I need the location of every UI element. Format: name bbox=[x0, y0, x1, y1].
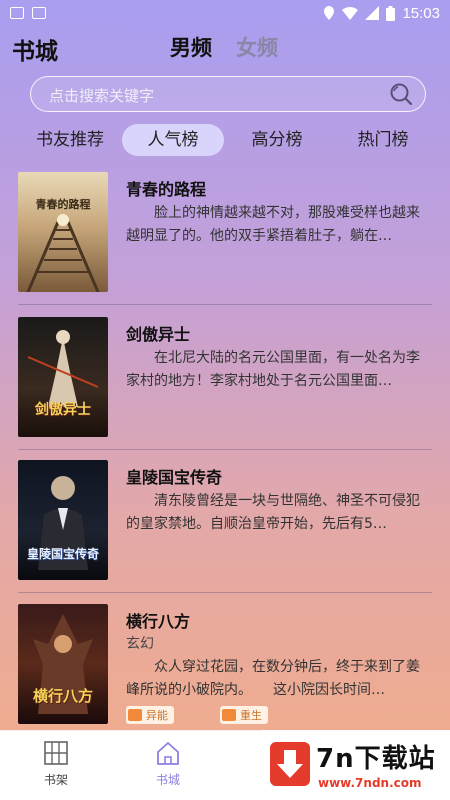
nav-label: 书架 bbox=[43, 773, 68, 787]
book-description: 在北尼大陆的名元公国里面，有一处名为李家村的地方！李家村地处于名元公国里面… bbox=[126, 350, 420, 389]
tag-label: 异能 bbox=[146, 709, 168, 722]
tag-label: 重生 bbox=[240, 709, 262, 722]
bookshelf-icon bbox=[44, 741, 68, 765]
clock: 15:03 bbox=[402, 4, 440, 22]
page-title: 书城 bbox=[12, 39, 58, 65]
header: 书城 男频 女频 bbox=[0, 28, 450, 68]
book-description: 众人穿过花园，在数分钟后，终于来到了姜峰所说的小破院内。 这小院因长时间… bbox=[126, 659, 420, 698]
wifi-icon bbox=[342, 7, 359, 20]
divider bbox=[18, 449, 432, 450]
nav-bookstore[interactable]: 书城 bbox=[138, 739, 198, 788]
search-placeholder: 点击搜索关键字 bbox=[49, 87, 155, 105]
book-icon bbox=[222, 709, 236, 721]
location-icon bbox=[324, 6, 335, 20]
tab-high-score[interactable]: 高分榜 bbox=[240, 124, 314, 156]
signal-icon bbox=[365, 6, 380, 20]
cover-title: 剑傲异士 bbox=[35, 402, 91, 418]
home-icon bbox=[157, 742, 179, 765]
rank-tabs: 书友推荐 人气榜 高分榜 热门榜 bbox=[0, 124, 450, 156]
image-notification-icon bbox=[10, 7, 24, 19]
book-genre: 玄幻 bbox=[126, 636, 154, 652]
battery-icon bbox=[386, 5, 396, 21]
book-cover[interactable]: 青春的路程 bbox=[18, 172, 108, 292]
book-title: 皇陵国宝传奇 bbox=[126, 468, 223, 487]
watermark-logo: 7n下载站 www.7ndn.com bbox=[262, 730, 450, 800]
cover-title: 青春的路程 bbox=[35, 198, 91, 211]
book-cover[interactable]: 皇陵国宝传奇 bbox=[18, 460, 108, 580]
tab-male[interactable]: 男频 bbox=[170, 32, 212, 62]
book-title: 横行八方 bbox=[126, 612, 191, 631]
cover-title: 横行八方 bbox=[32, 687, 93, 705]
tag[interactable]: 异能 bbox=[126, 706, 174, 724]
divider bbox=[18, 592, 432, 593]
book-title: 剑傲异士 bbox=[126, 325, 191, 344]
nav-bookshelf[interactable]: 书架 bbox=[26, 739, 86, 788]
book-icon bbox=[128, 709, 142, 721]
tab-reader-recommend[interactable]: 书友推荐 bbox=[30, 124, 110, 156]
book-description: 脸上的神情越来越不对，那股难受样也越来越明显了的。他的双手紧捂着肚子，躺在… bbox=[126, 205, 420, 244]
app-notification-icon bbox=[32, 7, 46, 19]
nav-label: 书城 bbox=[155, 773, 180, 787]
search-icon[interactable] bbox=[389, 82, 413, 106]
tab-popular[interactable]: 人气榜 bbox=[122, 124, 224, 156]
download-icon bbox=[270, 742, 310, 786]
status-bar: 15:03 bbox=[0, 0, 450, 26]
cover-title: 皇陵国宝传奇 bbox=[26, 547, 99, 561]
tag[interactable]: 重生 bbox=[220, 706, 268, 724]
divider bbox=[18, 304, 432, 305]
book-description: 清东陵曾经是一块与世隔绝、神圣不可侵犯的皇家禁地。自顺治皇帝开始，先后有5… bbox=[126, 493, 420, 532]
search-input[interactable]: 点击搜索关键字 bbox=[30, 76, 426, 112]
book-cover[interactable]: 横行八方 bbox=[18, 604, 108, 724]
tab-female[interactable]: 女频 bbox=[236, 32, 278, 62]
book-title: 青春的路程 bbox=[126, 180, 207, 199]
tab-hot[interactable]: 热门榜 bbox=[346, 124, 420, 156]
book-cover[interactable]: 剑傲异士 bbox=[18, 317, 108, 437]
watermark-title: 7n下载站 bbox=[316, 744, 436, 774]
watermark-url: www.7ndn.com bbox=[318, 776, 422, 790]
